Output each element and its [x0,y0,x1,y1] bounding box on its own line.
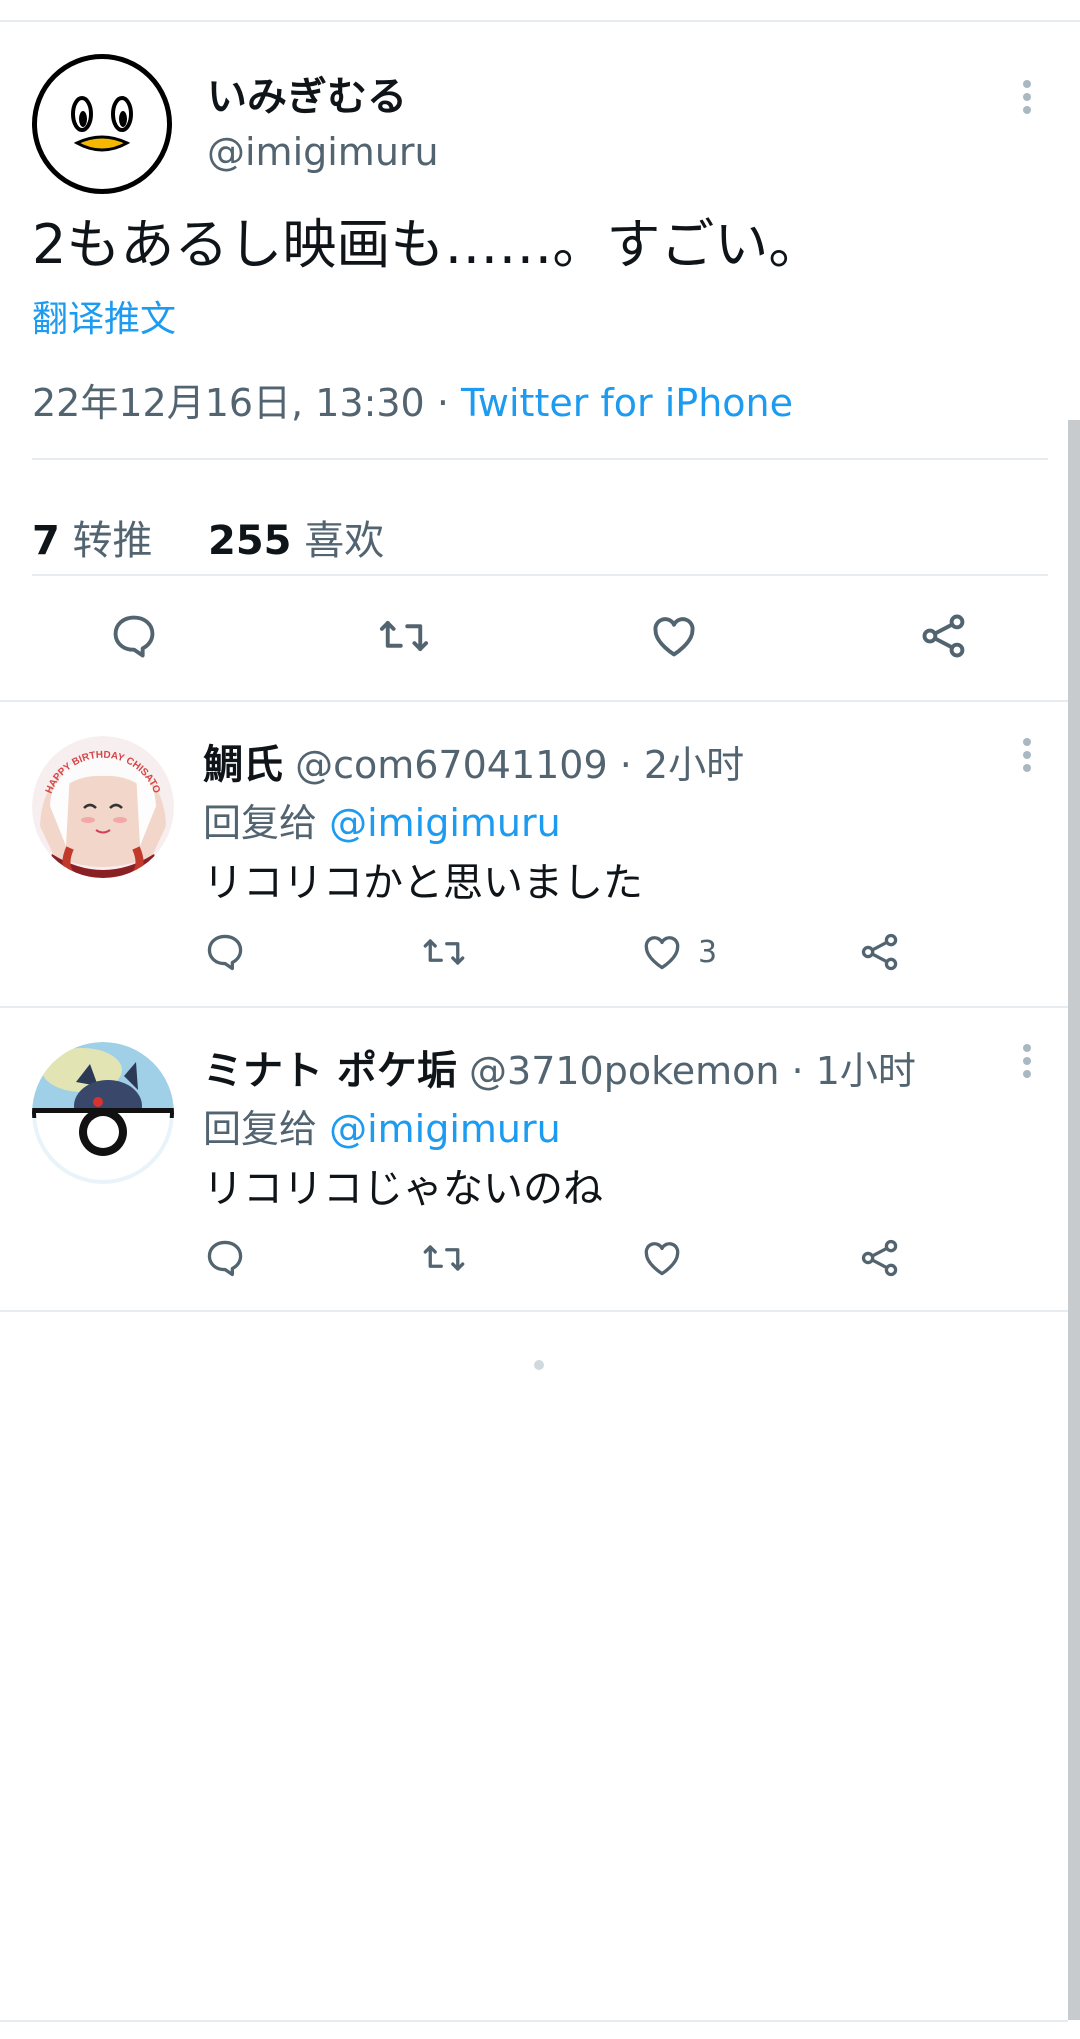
handle-time: @com67041109 · 2小时 [283,743,745,787]
like-button[interactable]: 3 [640,930,717,974]
avatar[interactable] [32,1042,174,1184]
reply-icon[interactable] [108,610,160,662]
tweet-meta: 22年12月16日, 13:30 · Twitter for iPhone [32,372,793,427]
translate-link[interactable]: 翻译推文 [32,290,176,342]
retweet-stat[interactable]: 7 转推 [32,518,153,564]
retweet-label: 转推 [59,518,153,564]
anime-avatar-icon: HAPPY BIRTHDAY CHISATO [32,736,174,878]
source-link[interactable]: Twitter for iPhone [461,381,793,425]
like-stat[interactable]: 255 喜欢 [208,518,384,564]
reply-tweet[interactable]: ミナト ポケ垢 @3710pokemon · 1小时 回复给 @imigimur… [0,1006,1068,1312]
reply-header: 鯛氏 @com67041109 · 2小时 [203,732,744,790]
display-name[interactable]: いみぎむる [207,64,407,122]
like-count: 255 [208,518,292,564]
top-divider [0,20,1080,22]
like-icon[interactable] [640,1236,684,1280]
more-icon[interactable] [1021,80,1033,119]
pokeball-avatar-icon [32,1042,174,1184]
share-icon[interactable] [918,610,970,662]
more-icon[interactable] [1021,1044,1033,1083]
reply-text: リコリコかと思いました [203,860,643,906]
tweet-text: 2もあるし映画も……。すごい。 [32,213,823,276]
more-icon[interactable] [1021,738,1033,777]
stats-divider-bottom [32,574,1048,576]
reply-to: 回复给 @imigimuru [203,1098,561,1153]
avatar[interactable]: HAPPY BIRTHDAY CHISATO [32,736,174,878]
penguin-avatar-icon [71,96,133,152]
retweet-icon[interactable] [420,930,468,974]
engagement-stats: 7 转推 255 喜欢 [32,508,384,566]
like-icon [644,936,680,970]
reply-text: リコリコじゃないのね [203,1166,603,1212]
reply-tweet[interactable]: HAPPY BIRTHDAY CHISATO 鯛氏 @com67041109 ·… [0,700,1068,1006]
mention-link[interactable]: @imigimuru [329,1107,561,1151]
scrollbar[interactable] [1068,420,1080,2020]
reply-to-prefix: 回复给 [203,801,330,845]
display-name[interactable]: 鯛氏 [203,742,283,788]
like-count: 3 [698,934,718,970]
bottom-divider [0,2020,1068,2022]
stats-divider-top [32,458,1048,460]
retweet-icon[interactable] [376,610,432,662]
display-name[interactable]: ミナト ポケ垢 [203,1048,457,1094]
reply-to: 回复给 @imigimuru [203,792,561,847]
handle-time: @3710pokemon · 1小时 [456,1049,916,1093]
retweet-icon[interactable] [420,1236,468,1280]
like-icon[interactable] [648,610,700,662]
share-icon[interactable] [858,930,902,974]
reply-header: ミナト ポケ垢 @3710pokemon · 1小时 [203,1038,916,1096]
retweet-count: 7 [32,518,60,564]
like-label: 喜欢 [291,518,385,564]
meta-separator: · [424,381,461,425]
loading-indicator [534,1360,544,1370]
reply-icon[interactable] [203,1236,247,1280]
mention-link[interactable]: @imigimuru [329,801,561,845]
reply-icon[interactable] [203,930,247,974]
user-avatar[interactable] [32,54,172,194]
reply-to-prefix: 回复给 [203,1107,330,1151]
user-handle[interactable]: @imigimuru [207,130,439,174]
timestamp: 22年12月16日, 13:30 [32,381,425,425]
share-icon[interactable] [858,1236,902,1280]
